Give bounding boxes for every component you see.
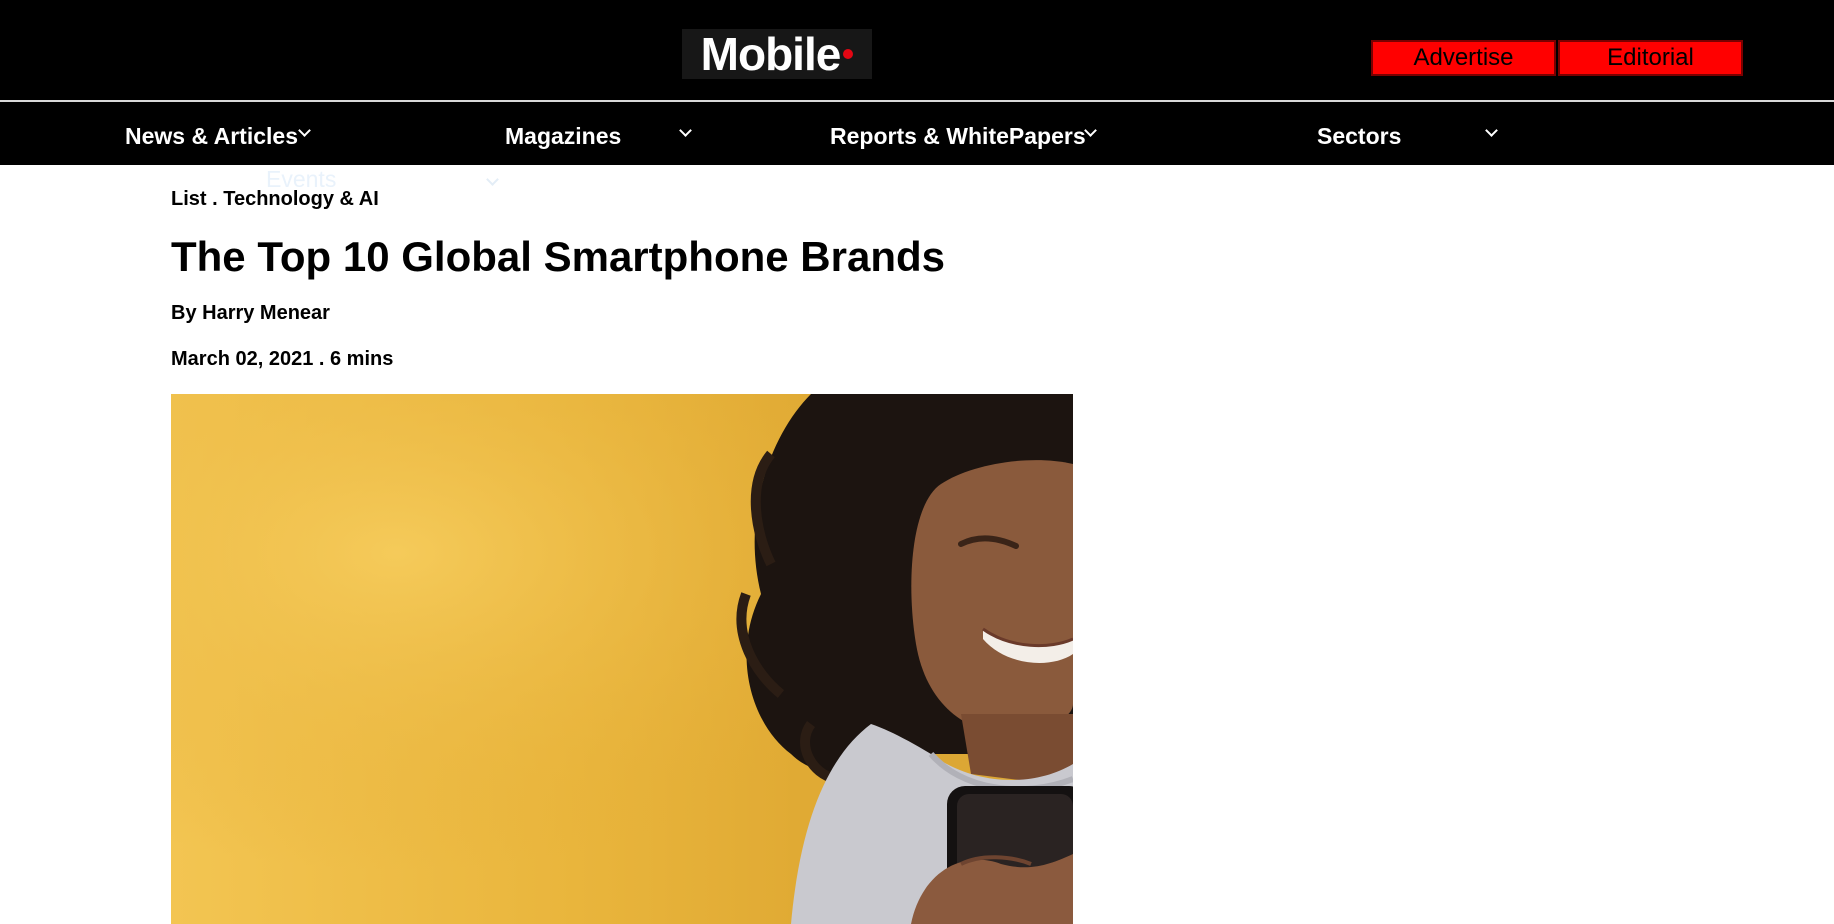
chevron-down-icon[interactable]	[298, 124, 311, 137]
nav-item-sectors[interactable]: Sectors	[1317, 121, 1401, 151]
advertise-button[interactable]: Advertise	[1371, 40, 1556, 76]
nav-item-reports-whitepapers[interactable]: Reports & WhitePapers	[830, 121, 1086, 151]
chevron-down-icon[interactable]	[486, 173, 499, 186]
article-category[interactable]: List . Technology & AI	[171, 188, 379, 211]
logo-dot-icon	[843, 49, 854, 59]
chevron-down-icon[interactable]	[679, 124, 692, 137]
article-title: The Top 10 Global Smartphone Brands	[171, 233, 945, 280]
chevron-down-icon[interactable]	[1084, 124, 1097, 137]
nav-item-magazines[interactable]: Magazines	[505, 121, 621, 151]
logo-text: Mobile	[700, 28, 842, 80]
nav-item-news-articles[interactable]: News & Articles	[125, 121, 298, 151]
hero-image	[171, 394, 1073, 924]
hero-illustration	[171, 394, 1073, 924]
header-divider	[0, 100, 1834, 102]
article-byline: By Harry Menear	[171, 302, 330, 324]
chevron-down-icon[interactable]	[1485, 124, 1498, 137]
site-logo[interactable]: Mobile	[682, 29, 872, 79]
article-date-readtime: March 02, 2021 . 6 mins	[171, 348, 394, 370]
editorial-button[interactable]: Editorial	[1558, 40, 1743, 76]
site-header: Mobile Advertise Editorial News & Articl…	[0, 0, 1834, 165]
